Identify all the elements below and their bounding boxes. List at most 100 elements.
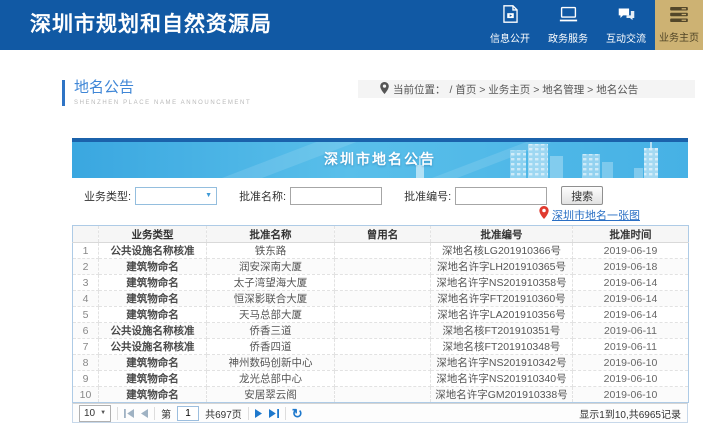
cell-business-type: 建筑物命名	[99, 275, 207, 291]
cell-former-name	[335, 291, 431, 307]
nav-item-interaction[interactable]: 互动交流	[597, 0, 655, 50]
cell-approval-number: 深地名许字LH201910365号	[431, 259, 573, 275]
column-header-business-type: 业务类型	[99, 226, 207, 243]
cell-former-name	[335, 275, 431, 291]
approval-number-input[interactable]	[455, 187, 547, 205]
column-header-approved-name: 批准名称	[207, 226, 335, 243]
cell-approval-number: 深地名许字GM201910338号	[431, 387, 573, 403]
table-row[interactable]: 6公共设施名称核准侨香三道深地名核FT201910351号2019-06-11	[73, 323, 689, 339]
table-row[interactable]: 8建筑物命名神州数码创新中心深地名许字NS201910342号2019-06-1…	[73, 355, 689, 371]
cell-business-type: 建筑物命名	[99, 387, 207, 403]
cell-former-name	[335, 259, 431, 275]
site-header: 深圳市规划和自然资源局 信息公开 政务服务	[0, 0, 703, 50]
cell-row-number: 7	[73, 339, 99, 355]
approval-number-label: 批准编号:	[404, 188, 451, 204]
cell-approved-name: 侨香四道	[207, 339, 335, 355]
cell-approval-number: 深地名许字NS201910358号	[431, 275, 573, 291]
top-nav: 信息公开 政务服务 互动交流	[481, 0, 703, 50]
breadcrumb: 当前位置： / 首页 > 业务主页 > 地名管理 > 地名公告	[358, 80, 695, 98]
cell-former-name	[335, 243, 431, 259]
approved-name-label: 批准名称:	[239, 188, 286, 204]
cell-business-type: 建筑物命名	[99, 291, 207, 307]
cell-former-name	[335, 339, 431, 355]
table-row[interactable]: 7公共设施名称核准侨香四道深地名核FT201910348号2019-06-11	[73, 339, 689, 355]
cell-approval-date: 2019-06-10	[573, 371, 689, 387]
cell-approval-number: 深地名许字FT201910360号	[431, 291, 573, 307]
map-pin-icon	[539, 206, 549, 224]
cell-row-number: 9	[73, 371, 99, 387]
prev-page-button[interactable]	[140, 409, 148, 418]
nav-item-business-home[interactable]: 业务主页	[655, 0, 703, 50]
cell-business-type: 建筑物命名	[99, 355, 207, 371]
nav-item-gov-services[interactable]: 政务服务	[539, 0, 597, 50]
map-link[interactable]: 深圳市地名一张图	[552, 207, 640, 223]
breadcrumb-prefix: 当前位置：	[393, 82, 446, 97]
table-row[interactable]: 4建筑物命名恒深影联合大厦深地名许字FT201910360号2019-06-14	[73, 291, 689, 307]
cell-row-number: 6	[73, 323, 99, 339]
total-pages-label: 共697页	[205, 406, 242, 421]
cell-former-name	[335, 355, 431, 371]
cell-approval-date: 2019-06-14	[573, 291, 689, 307]
cell-row-number: 5	[73, 307, 99, 323]
monitor-icon	[559, 6, 578, 26]
cell-approval-number: 深地名许字NS201910342号	[431, 355, 573, 371]
cell-business-type: 公共设施名称核准	[99, 323, 207, 339]
business-type-select[interactable]: ▼	[135, 187, 217, 205]
cell-row-number: 3	[73, 275, 99, 291]
cell-business-type: 公共设施名称核准	[99, 243, 207, 259]
cell-business-type: 公共设施名称核准	[99, 339, 207, 355]
search-button[interactable]: 搜索	[561, 186, 603, 205]
cell-former-name	[335, 371, 431, 387]
table-row[interactable]: 1公共设施名称核准铁东路深地名核LG201910366号2019-06-19	[73, 243, 689, 259]
table-row[interactable]: 2建筑物命名润安深南大厦深地名许字LH201910365号2019-06-18	[73, 259, 689, 275]
table-body: 1公共设施名称核准铁东路深地名核LG201910366号2019-06-192建…	[73, 243, 689, 403]
cell-approval-date: 2019-06-18	[573, 259, 689, 275]
page-size-select[interactable]: 10 ▼	[79, 405, 111, 422]
chevron-down-icon: ▼	[100, 410, 106, 416]
page-subtitle: SHENZHEN PLACE NAME ANNOUNCEMENT	[74, 100, 251, 106]
next-page-button[interactable]	[255, 409, 263, 418]
table-row[interactable]: 3建筑物命名太子湾望海大厦深地名许字NS201910358号2019-06-14	[73, 275, 689, 291]
divider	[154, 407, 155, 420]
business-type-label: 业务类型:	[84, 188, 131, 204]
banner: 深圳市地名公告	[72, 138, 688, 178]
column-header-approval-date: 批准时间	[573, 226, 689, 243]
column-header-former-name: 曾用名	[335, 226, 431, 243]
cell-approval-number: 深地名许字NS201910340号	[431, 371, 573, 387]
main-panel: 深圳市地名公告 业务类型: ▼ 批准名称: 批准编号: 搜索 深圳市地名一张图 …	[72, 138, 688, 423]
nav-item-label: 信息公开	[490, 30, 530, 45]
nav-item-label: 业务主页	[659, 29, 699, 44]
cell-approved-name: 润安深南大厦	[207, 259, 335, 275]
table-row[interactable]: 5建筑物命名天马总部大厦深地名许字LA201910356号2019-06-14	[73, 307, 689, 323]
cell-row-number: 1	[73, 243, 99, 259]
menu-icon	[670, 7, 688, 25]
cell-approval-date: 2019-06-19	[573, 243, 689, 259]
column-header-approval-number: 批准编号	[431, 226, 573, 243]
first-page-button[interactable]	[124, 409, 134, 418]
page-label: 第	[161, 406, 171, 421]
filter-bar: 业务类型: ▼ 批准名称: 批准编号: 搜索	[84, 186, 688, 205]
cell-row-number: 10	[73, 387, 99, 403]
page-title-block: 地名公告 SHENZHEN PLACE NAME ANNOUNCEMENT	[62, 80, 251, 106]
cell-business-type: 建筑物命名	[99, 259, 207, 275]
page-number-input[interactable]	[177, 406, 199, 421]
cell-approved-name: 恒深影联合大厦	[207, 291, 335, 307]
nav-item-info-disclosure[interactable]: 信息公开	[481, 0, 539, 50]
record-summary: 显示1到10,共6965记录	[579, 406, 681, 421]
divider	[117, 407, 118, 420]
chevron-down-icon: ▼	[205, 192, 216, 199]
location-pin-icon	[380, 82, 389, 97]
site-title: 深圳市规划和自然资源局	[0, 0, 481, 50]
cell-approval-date: 2019-06-10	[573, 355, 689, 371]
cell-former-name	[335, 307, 431, 323]
breadcrumb-path[interactable]: / 首页 > 业务主页 > 地名管理 > 地名公告	[450, 82, 639, 97]
refresh-icon[interactable]: ↻	[292, 407, 303, 420]
column-header-row-number	[73, 226, 99, 243]
approved-name-input[interactable]	[290, 187, 382, 205]
last-page-button[interactable]	[269, 409, 279, 418]
cell-approved-name: 侨香三道	[207, 323, 335, 339]
cell-approved-name: 神州数码创新中心	[207, 355, 335, 371]
table-row[interactable]: 10建筑物命名安居翠云阁深地名许字GM201910338号2019-06-10	[73, 387, 689, 403]
cell-approval-date: 2019-06-11	[573, 339, 689, 355]
table-row[interactable]: 9建筑物命名龙光总部中心深地名许字NS201910340号2019-06-10	[73, 371, 689, 387]
